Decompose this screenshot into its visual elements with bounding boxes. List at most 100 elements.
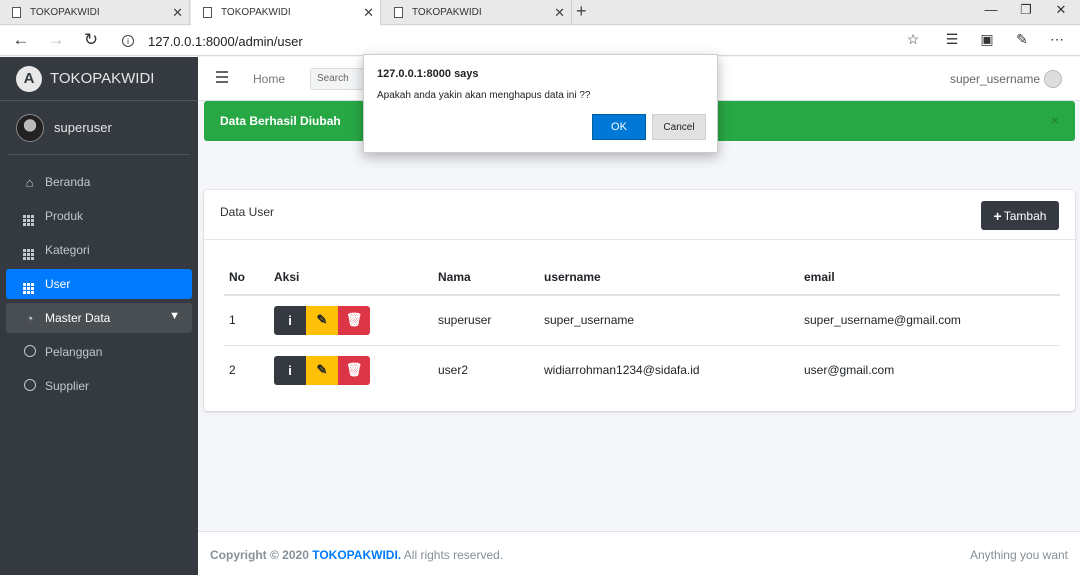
- sidebar-item-pelanggan[interactable]: Pelanggan: [6, 337, 192, 367]
- browser-tab-active[interactable]: TOKOPAKWIDI ✕: [191, 0, 381, 26]
- sidebar-item-label: Master Data: [45, 311, 111, 325]
- edit-icon: ✎: [316, 312, 328, 328]
- home-icon: ⌂: [25, 174, 34, 190]
- detail-button[interactable]: i: [274, 355, 306, 385]
- cell-username: widiarrohman1234@sidafa.id: [544, 363, 700, 378]
- cell-nama: user2: [438, 363, 469, 378]
- trash-icon: 🗑: [345, 362, 363, 378]
- plus-icon: +: [993, 207, 1002, 224]
- sidebar-item-kategori[interactable]: Kategori: [6, 235, 192, 265]
- sidebar-username[interactable]: superuser: [54, 120, 112, 135]
- cell-nama: superuser: [438, 295, 544, 346]
- browser-tab[interactable]: TOKOPAKWIDI ✕: [0, 0, 190, 25]
- sidebar-item-supplier[interactable]: Supplier: [6, 371, 192, 401]
- tab-title: TOKOPAKWIDI: [221, 7, 291, 18]
- info-icon: i: [288, 312, 292, 328]
- circle-icon: [22, 378, 37, 394]
- grid-icon: [22, 206, 37, 226]
- cell-actions: i ✎ 🗑: [274, 345, 438, 395]
- copyright: Copyright © 2020 TOKOPAKWIDI. All rights…: [210, 548, 503, 562]
- page-icon: [203, 7, 212, 18]
- back-icon[interactable]: ←: [10, 30, 32, 50]
- cell-actions: i ✎ 🗑: [274, 295, 438, 346]
- restore-icon[interactable]: ❐: [1011, 2, 1041, 18]
- rights-text: All rights reserved.: [403, 548, 504, 562]
- cell-no: 1: [224, 295, 274, 346]
- sidebar-item-label: User: [45, 277, 71, 291]
- close-window-icon[interactable]: ✕: [1046, 2, 1076, 18]
- sidebar-item-label: Produk: [45, 209, 84, 223]
- brand-text: TOKOPAKWIDI: [50, 70, 155, 87]
- table-row: 1 i ✎ 🗑 superuser super_username super_u…: [224, 295, 1060, 346]
- top-username[interactable]: super_username: [950, 72, 1040, 86]
- column-header: Nama: [438, 260, 544, 296]
- info-icon[interactable]: i: [122, 35, 134, 47]
- page-icon: [12, 7, 21, 18]
- favorites-list-icon[interactable]: ☰: [942, 31, 962, 48]
- footer-tagline: Anything you want: [969, 548, 1068, 562]
- copyright-prefix: Copyright © 2020: [210, 548, 309, 562]
- info-icon: i: [288, 362, 292, 378]
- edit-icon: ✎: [316, 362, 328, 378]
- grid-icon: [22, 240, 37, 260]
- sidebar-item-user[interactable]: User: [6, 269, 192, 299]
- delete-button[interactable]: 🗑: [338, 355, 370, 385]
- more-icon[interactable]: ⋯: [1047, 31, 1067, 48]
- new-tab-icon[interactable]: +: [576, 1, 587, 22]
- cancel-button[interactable]: Cancel: [652, 114, 706, 140]
- cell-no: 2: [229, 363, 236, 378]
- card-header: Data User + Tambah: [204, 190, 1075, 240]
- dashboard-icon: ◔: [25, 310, 34, 326]
- refresh-icon[interactable]: ↻: [80, 30, 102, 50]
- confirm-dialog: 127.0.0.1:8000 says Apakah anda yakin ak…: [363, 54, 718, 153]
- column-header: username: [544, 260, 804, 296]
- table-row: 2 i ✎ 🗑 user2 widiarrohman1234@sidafa.id…: [224, 345, 1060, 395]
- brand-link[interactable]: A TOKOPAKWIDI: [0, 57, 198, 101]
- add-button-label: Tambah: [1003, 208, 1047, 223]
- search-input[interactable]: Search: [310, 68, 370, 90]
- url-field[interactable]: i 127.0.0.1:8000/admin/user: [112, 29, 932, 53]
- url-text[interactable]: 127.0.0.1:8000/admin/user: [148, 34, 303, 49]
- sidebar-item-produk[interactable]: Produk: [6, 201, 192, 231]
- sidebar-item-master-data[interactable]: ◔ Master Data ▼: [6, 303, 192, 333]
- card-title: Data User: [220, 205, 275, 219]
- ok-button[interactable]: OK: [592, 114, 646, 140]
- trash-icon: 🗑: [345, 312, 363, 328]
- menu-toggle-icon[interactable]: [216, 71, 228, 86]
- detail-button[interactable]: i: [274, 305, 306, 335]
- close-tab-icon[interactable]: ✕: [363, 5, 374, 21]
- column-header: No: [224, 260, 274, 296]
- close-icon[interactable]: ×: [1051, 112, 1059, 128]
- cell-username: super_username: [544, 295, 804, 346]
- edit-button[interactable]: ✎: [306, 305, 338, 335]
- close-tab-icon[interactable]: ✕: [172, 5, 183, 21]
- table-header-row: No Aksi Nama username email: [224, 260, 1060, 296]
- sidebar-item-beranda[interactable]: ⌂ Beranda: [6, 167, 192, 197]
- user-panel[interactable]: superuser: [8, 101, 190, 155]
- user-table: No Aksi Nama username email 1 i ✎ 🗑 supe…: [224, 260, 1060, 395]
- forward-icon[interactable]: →: [45, 30, 67, 50]
- alert-message: Data Berhasil Diubah: [220, 114, 341, 128]
- footer-brand-link[interactable]: TOKOPAKWIDI.: [312, 548, 401, 562]
- tab-title: TOKOPAKWIDI: [412, 7, 482, 18]
- collections-icon[interactable]: ▣: [977, 31, 997, 48]
- avatar: [16, 113, 44, 142]
- favorite-star-icon[interactable]: ☆: [903, 31, 923, 48]
- footer: Copyright © 2020 TOKOPAKWIDI. All rights…: [198, 531, 1080, 575]
- tab-title: TOKOPAKWIDI: [30, 7, 100, 18]
- page-icon: [394, 7, 403, 18]
- add-user-button[interactable]: + Tambah: [981, 201, 1059, 230]
- user-data-card: Data User + Tambah No Aksi Nama username…: [204, 190, 1075, 411]
- avatar[interactable]: [1044, 70, 1062, 88]
- circle-icon: [22, 344, 37, 360]
- dialog-title: 127.0.0.1:8000 says: [377, 68, 479, 80]
- column-header: Aksi: [274, 260, 438, 296]
- delete-button[interactable]: 🗑: [338, 305, 370, 335]
- edit-button[interactable]: ✎: [306, 355, 338, 385]
- home-link[interactable]: Home: [253, 72, 285, 86]
- minimize-icon[interactable]: —: [976, 2, 1006, 17]
- close-tab-icon[interactable]: ✕: [554, 5, 565, 21]
- extension-icon[interactable]: ✎: [1012, 31, 1032, 48]
- sidebar: A TOKOPAKWIDI superuser ⌂ Beranda Produk…: [0, 57, 198, 575]
- browser-tab[interactable]: TOKOPAKWIDI ✕: [382, 0, 572, 25]
